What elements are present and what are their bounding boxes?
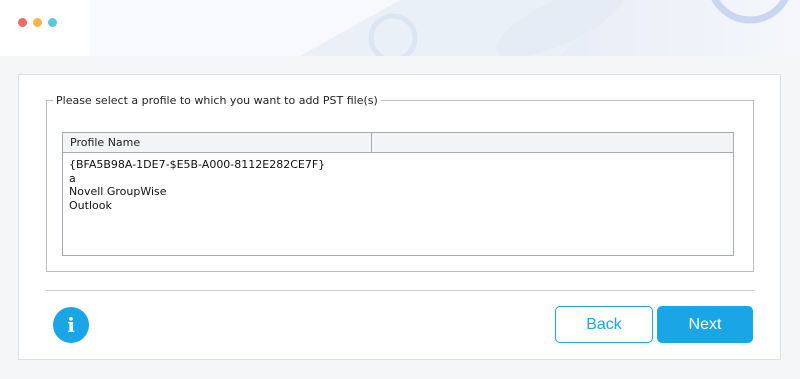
profile-group-legend: Please select a profile to which you wan… bbox=[53, 93, 381, 108]
profile-rows: {BFA5B98A-1DE7-$E5B-A000-8112E282CE7F} a… bbox=[63, 153, 733, 212]
next-button[interactable]: Next bbox=[657, 306, 753, 343]
profile-list[interactable]: Profile Name {BFA5B98A-1DE7-$E5B-A000-81… bbox=[62, 132, 734, 256]
profile-group: Please select a profile to which you wan… bbox=[46, 93, 754, 272]
maximize-window-dot[interactable] bbox=[48, 18, 57, 27]
close-window-dot[interactable] bbox=[18, 18, 27, 27]
dialog-panel: Please select a profile to which you wan… bbox=[18, 74, 781, 360]
profile-list-header: Profile Name bbox=[63, 133, 733, 153]
back-button[interactable]: Back bbox=[555, 306, 653, 343]
header-decoration bbox=[90, 0, 789, 56]
list-item[interactable]: a bbox=[69, 172, 733, 186]
footer-divider bbox=[46, 290, 754, 291]
title-bar bbox=[0, 0, 800, 56]
minimize-window-dot[interactable] bbox=[33, 18, 42, 27]
list-item[interactable]: {BFA5B98A-1DE7-$E5B-A000-8112E282CE7F} bbox=[69, 158, 733, 172]
column-header-empty[interactable] bbox=[372, 133, 733, 152]
list-item[interactable]: Outlook bbox=[69, 199, 733, 213]
list-item[interactable]: Novell GroupWise bbox=[69, 185, 733, 199]
info-icon[interactable]: i bbox=[53, 307, 89, 343]
column-header-profile-name[interactable]: Profile Name bbox=[63, 133, 372, 152]
